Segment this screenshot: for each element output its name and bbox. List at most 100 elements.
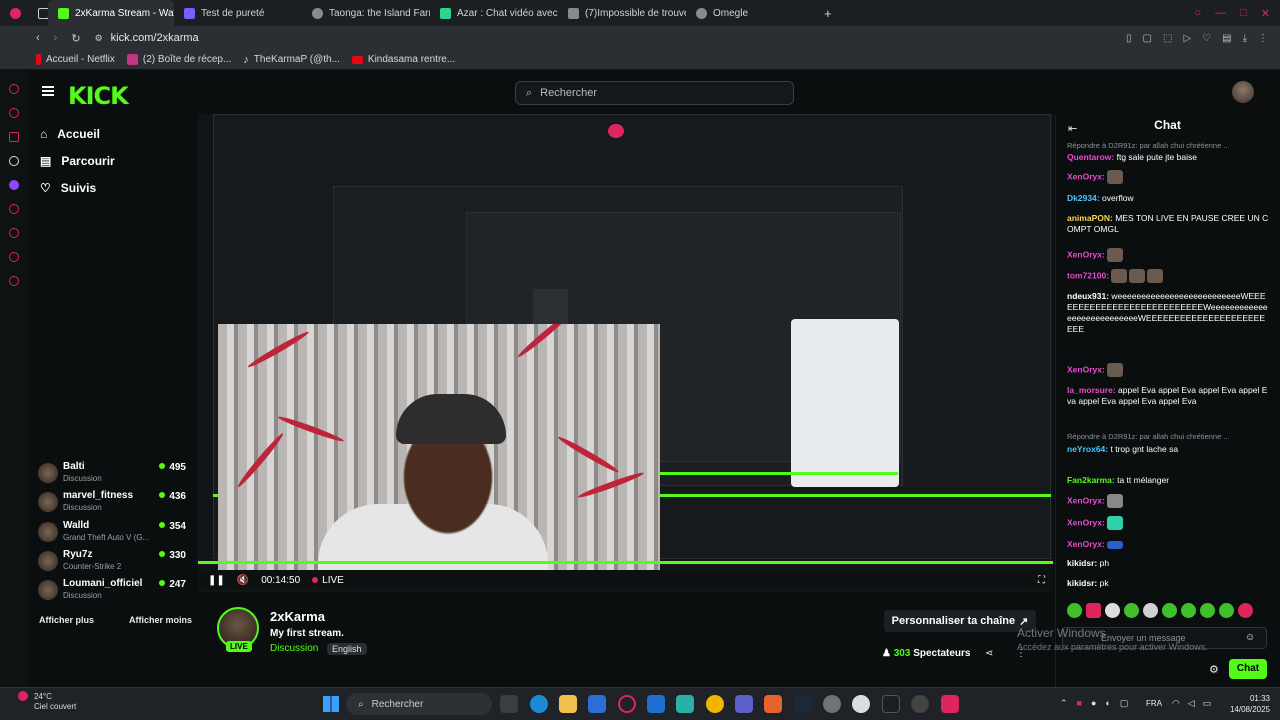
tab-actions-icon[interactable]	[28, 0, 48, 26]
tab-taonga[interactable]: Taonga: the Island Farm	[302, 0, 430, 26]
tab-impossible[interactable]: (7)Impossible de trouver	[558, 0, 686, 26]
new-tab-button[interactable]: +	[814, 0, 836, 26]
screenshot-icon[interactable]: ▢	[1143, 33, 1152, 44]
channel-item[interactable]: marvel_fitness Discussion 436	[38, 490, 188, 516]
customize-channel-button[interactable]: Personnaliser ta chaîne ↗	[884, 610, 1036, 632]
url-field[interactable]: kick.com/2xkarma	[111, 32, 199, 44]
system-clock[interactable]: 01:33 14/08/2025	[1226, 693, 1270, 715]
chat-username[interactable]: XenOryx:	[1067, 517, 1105, 527]
back-icon[interactable]: ‹	[36, 32, 40, 44]
sidebar-icon[interactable]	[9, 276, 19, 286]
chat-send-button[interactable]: Chat	[1229, 659, 1267, 679]
emote-icon[interactable]	[1162, 603, 1177, 618]
tab-purete[interactable]: Test de pureté	[174, 0, 302, 26]
media-player-icon[interactable]	[882, 695, 900, 713]
tray-app-icon[interactable]: ▢	[1120, 698, 1129, 709]
sidebar-icon[interactable]	[9, 132, 19, 142]
chat-username[interactable]: XenOryx:	[1067, 364, 1105, 374]
chat-username[interactable]: Quentarow:	[1067, 152, 1114, 162]
nav-following[interactable]: ♡ Suivis	[40, 181, 96, 195]
opera-gx-icon[interactable]	[941, 695, 959, 713]
chat-username[interactable]: tom72100:	[1067, 270, 1109, 280]
emote-icon[interactable]	[1143, 603, 1158, 618]
tray-app-icon[interactable]: ■	[1077, 698, 1082, 709]
channel-item[interactable]: Balti Discussion 495	[38, 461, 188, 487]
wallet-icon[interactable]: ▤	[1222, 33, 1231, 44]
chat-username[interactable]: animaPON:	[1067, 213, 1113, 223]
chat-username[interactable]: XenOryx:	[1067, 495, 1105, 505]
more-icon[interactable]: ⋮	[1258, 33, 1268, 44]
download-icon[interactable]: ⤓	[1243, 33, 1247, 44]
chrome-icon[interactable]	[706, 695, 724, 713]
tray-app-icon[interactable]: ●	[1091, 698, 1096, 709]
pause-icon[interactable]: ❚❚	[208, 575, 225, 586]
sidebar-icon[interactable]	[9, 156, 19, 166]
bookmark-netflix[interactable]: Accueil - Netflix	[36, 54, 115, 65]
outlook-icon[interactable]	[647, 695, 665, 713]
kick-logo[interactable]: KICK	[68, 82, 129, 110]
chat-username[interactable]: Fan2karma:	[1067, 475, 1115, 485]
bookmark-instagram[interactable]: (2) Boîte de récep...	[126, 54, 231, 65]
chat-username[interactable]: Dk2934:	[1067, 193, 1100, 203]
volume-icon[interactable]: 🔇	[237, 575, 249, 586]
emote-icon[interactable]	[1086, 603, 1101, 618]
search-input[interactable]: ⌕ Rechercher	[515, 81, 794, 105]
emote-icon[interactable]	[1200, 603, 1215, 618]
chat-username[interactable]: XenOryx:	[1067, 249, 1105, 259]
file-explorer-icon[interactable]	[559, 695, 577, 713]
browser-menu-icon[interactable]	[0, 0, 28, 26]
share-icon[interactable]: ⋖	[985, 648, 993, 659]
emote-icon[interactable]	[1105, 603, 1120, 618]
hamburger-menu-icon[interactable]	[42, 86, 54, 96]
tray-app-icon[interactable]: ◐	[1105, 698, 1110, 709]
chat-username[interactable]: XenOryx:	[1067, 171, 1105, 181]
chat-username[interactable]: ndeux931:	[1067, 291, 1109, 301]
stream-language[interactable]: English	[327, 643, 367, 655]
photos-icon[interactable]	[676, 695, 694, 713]
steam-icon[interactable]	[794, 695, 812, 713]
settings-icon[interactable]	[823, 695, 841, 713]
github-icon[interactable]	[852, 695, 870, 713]
obs-icon[interactable]	[764, 695, 782, 713]
chevron-up-icon[interactable]: ⌃	[1060, 698, 1068, 709]
battery-icon[interactable]: ▭	[1203, 698, 1212, 709]
twitch-icon[interactable]	[9, 180, 19, 190]
taskbar-search[interactable]: ⌕ Rechercher	[346, 693, 492, 715]
teams-icon[interactable]	[735, 695, 753, 713]
task-view-icon[interactable]	[500, 695, 518, 713]
bookmark-tiktok[interactable]: ♪ TheKarmaP (@th...	[243, 54, 340, 66]
sidebar-icon[interactable]	[9, 108, 19, 118]
chat-username[interactable]: kikidsr:	[1067, 558, 1097, 568]
weather-widget[interactable]: 24°C Ciel couvert	[34, 692, 76, 712]
chat-username[interactable]: la_morsure:	[1067, 385, 1116, 395]
language-indicator[interactable]: FRA	[1146, 699, 1162, 708]
tab-kick[interactable]: 2xKarma Stream - Watch	[48, 0, 174, 26]
minimize-icon[interactable]: —	[1215, 7, 1226, 19]
channel-item[interactable]: Walld Grand Theft Auto V (G... 354	[38, 520, 188, 546]
show-less-button[interactable]: Afficher moins	[129, 615, 192, 625]
fullscreen-icon[interactable]: ⛶	[1038, 575, 1045, 586]
nav-browse[interactable]: ▤ Parcourir	[40, 154, 115, 168]
bookmark-icon[interactable]: ▯	[1126, 33, 1132, 44]
chat-username[interactable]: XenOryx:	[1067, 539, 1105, 549]
site-info-icon[interactable]: ⚙	[95, 33, 103, 44]
sidebar-icon[interactable]	[9, 84, 19, 94]
stream-category[interactable]: Discussion	[270, 643, 318, 654]
favorites-icon[interactable]: ♡	[1202, 33, 1211, 44]
channel-item[interactable]: Ryu7z Counter-Strike 2 330	[38, 549, 188, 575]
nav-home[interactable]: ⌂ Accueil	[40, 127, 100, 141]
video-progress-bar[interactable]	[198, 561, 1053, 564]
emote-icon[interactable]	[1124, 603, 1139, 618]
bookmark-youtube[interactable]: Kindasama rentre...	[351, 54, 455, 65]
sidebar-icon[interactable]	[9, 252, 19, 262]
extension-icon[interactable]: ⬚	[1163, 33, 1172, 44]
maximize-icon[interactable]: □	[1240, 7, 1247, 19]
close-icon[interactable]: ✕	[1261, 7, 1270, 20]
emote-icon[interactable]	[1067, 603, 1082, 618]
show-more-button[interactable]: Afficher plus	[39, 615, 94, 625]
chat-settings-icon[interactable]: ⚙	[1209, 663, 1219, 676]
wifi-icon[interactable]: ◠	[1172, 698, 1180, 709]
chat-username[interactable]: neYrox64:	[1067, 444, 1108, 454]
chat-username[interactable]: kikidsr:	[1067, 578, 1097, 588]
chatgpt-icon[interactable]	[911, 695, 929, 713]
